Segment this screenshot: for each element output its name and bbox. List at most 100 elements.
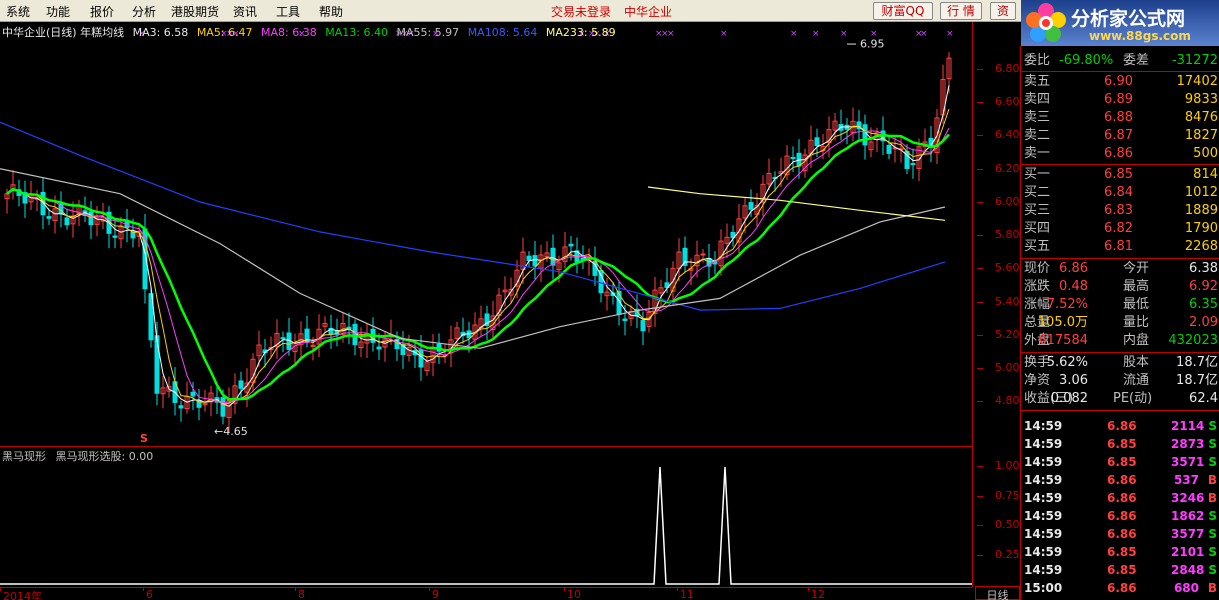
kline-chart[interactable]: 6.95←4.65S× ××× × ××× × × ×× × ××× × × × × × ×× × (0, 22, 972, 447)
trade-side: B (1207, 581, 1217, 595)
bid-volume: 2268 (1184, 239, 1218, 254)
order-ratio-label: 委比 (1024, 53, 1051, 68)
ask-label: 卖一 (1024, 146, 1051, 161)
kline-chart-panel[interactable]: 6.95 ←4.65 S × × × × × × × × × × × × × × × × × × × × × × × × (0, 22, 972, 447)
menu-news[interactable]: 资讯 (233, 3, 257, 20)
trade-button[interactable]: 资 (990, 2, 1016, 20)
menu-function[interactable]: 功能 (46, 3, 70, 20)
trade-price: 6.86 (1107, 473, 1137, 487)
candle-body (154, 335, 160, 394)
bid-volume: 1012 (1184, 185, 1218, 200)
indicator-name: 黑马现形 (2, 450, 46, 463)
trade-price: 6.86 (1107, 509, 1137, 523)
ma13-value: MA13: 6.40 (325, 26, 388, 39)
high-price-label: 6.95 (860, 37, 885, 50)
ma3-value: MA3: 6.58 (132, 26, 189, 39)
trade-price: 6.85 (1107, 437, 1137, 451)
signal-marker: × (920, 29, 928, 39)
bid-row: 买四 6.82 1790 (1021, 220, 1219, 238)
stat-value: 62.4 (1189, 391, 1218, 406)
wealth-qq-button[interactable]: 财富QQ (873, 2, 933, 20)
trade-time: 14:59 (1024, 455, 1063, 469)
current-stock-name: 中华企业 (624, 5, 673, 19)
order-diff-label: 委差 (1123, 53, 1150, 68)
stat-label: 量比 (1123, 315, 1150, 330)
signal-marker: × (946, 29, 954, 39)
candle-body (532, 255, 538, 267)
stat-row: 涨幅 7.52% 最低 6.35 (1021, 296, 1219, 314)
date-tick: 2014年 (0, 587, 42, 600)
tick-trade-row[interactable]: 14:59 6.86 1862 S (1021, 507, 1219, 525)
stat-value: 7.52% (1046, 297, 1088, 312)
date-tick: 9 (429, 587, 439, 600)
stat-row: 换手 5.62% 股本 18.7亿 (1021, 354, 1219, 372)
bid-price: 6.84 (1104, 185, 1133, 200)
stat-label: 现价 (1024, 261, 1051, 276)
bid-label: 买五 (1024, 239, 1051, 254)
tick-trade-row[interactable]: 15:00 6.86 680 B (1021, 579, 1219, 597)
ask-volume: 500 (1193, 146, 1218, 161)
price-tick: 6.60 (977, 95, 1020, 108)
tick-trade-row[interactable]: 14:59 6.86 3577 S (1021, 525, 1219, 543)
trade-price: 6.86 (1107, 491, 1137, 505)
bid-price: 6.83 (1104, 203, 1133, 218)
trade-side: S (1208, 545, 1217, 559)
menu-tools[interactable]: 工具 (276, 3, 300, 20)
menu-system[interactable]: 系统 (6, 3, 30, 20)
menu-quote[interactable]: 报价 (90, 3, 114, 20)
ma13-line (6, 133, 950, 401)
candle-body (280, 337, 286, 340)
tick-trade-row[interactable]: 14:59 6.86 537 B (1021, 471, 1219, 489)
candle-body (46, 216, 52, 219)
bid-row: 买五 6.81 2268 (1021, 238, 1219, 256)
candle-body (112, 235, 118, 238)
menu-analysis[interactable]: 分析 (132, 3, 156, 20)
tick-trade-row[interactable]: 14:59 6.85 3571 S (1021, 453, 1219, 471)
candle-body (862, 124, 868, 146)
tick-trade-row[interactable]: 14:59 6.85 2101 S (1021, 543, 1219, 561)
stat-row: 外盘 617584 内盘 432023 (1021, 332, 1219, 350)
ask-row: 卖二 6.87 1827 (1021, 127, 1219, 145)
indicator-tick: 0.25 (977, 548, 1020, 561)
stat-label: 内盘 (1123, 333, 1150, 348)
ask-label: 卖四 (1024, 92, 1051, 107)
trade-time: 14:59 (1024, 419, 1063, 433)
bid-price: 6.82 (1104, 221, 1133, 236)
trade-side: B (1207, 491, 1217, 505)
trade-side: S (1208, 527, 1217, 541)
ask-row: 卖三 6.88 8476 (1021, 109, 1219, 127)
bid-label: 买二 (1024, 185, 1051, 200)
trade-time: 14:59 (1024, 473, 1063, 487)
candle-body (376, 346, 382, 350)
trade-time: 14:59 (1024, 545, 1063, 559)
stat-label: 股本 (1123, 355, 1150, 370)
stat-row: 净资 3.06 流通 18.7亿 (1021, 372, 1219, 390)
tick-trade-row[interactable]: 14:59 6.85 2848 S (1021, 561, 1219, 579)
bid-price: 6.85 (1104, 167, 1133, 182)
period-daily-button[interactable]: 日线 (975, 586, 1020, 600)
indicator-tick: 0.75 (977, 489, 1020, 502)
order-ratio-row: 委比 -69.80% 委差 -31272 (1021, 52, 1219, 70)
bid-volume: 1790 (1184, 221, 1218, 236)
indicator-chart[interactable] (0, 447, 972, 587)
stat-value: 5.62% (1046, 355, 1088, 370)
trade-side: S (1208, 563, 1217, 577)
order-diff-value: -31272 (1171, 53, 1218, 68)
tick-trade-row[interactable]: 14:59 6.86 2114 S (1021, 417, 1219, 435)
date-axis: 2014年 6 8 9 10 11 12 (0, 587, 972, 600)
signal-s-marker: S (140, 432, 148, 445)
tick-trade-row[interactable]: 14:59 6.85 2873 S (1021, 435, 1219, 453)
ask-label: 卖五 (1024, 74, 1051, 89)
quote-button[interactable]: 行 情 (940, 2, 982, 20)
trade-side: B (1207, 473, 1217, 487)
ma8-line (6, 127, 950, 404)
menu-hk-futures[interactable]: 港股期货 (171, 3, 219, 20)
stat-label: 净资 (1024, 373, 1051, 388)
ma108-line (0, 121, 946, 311)
tick-trade-row[interactable]: 14:59 6.86 3246 B (1021, 489, 1219, 507)
date-tick: 6 (143, 587, 153, 600)
price-tick: 5.40 (977, 295, 1020, 308)
ask-row: 卖四 6.89 9833 (1021, 91, 1219, 109)
stat-value: 617584 (1038, 333, 1088, 348)
menu-help[interactable]: 帮助 (319, 3, 343, 20)
